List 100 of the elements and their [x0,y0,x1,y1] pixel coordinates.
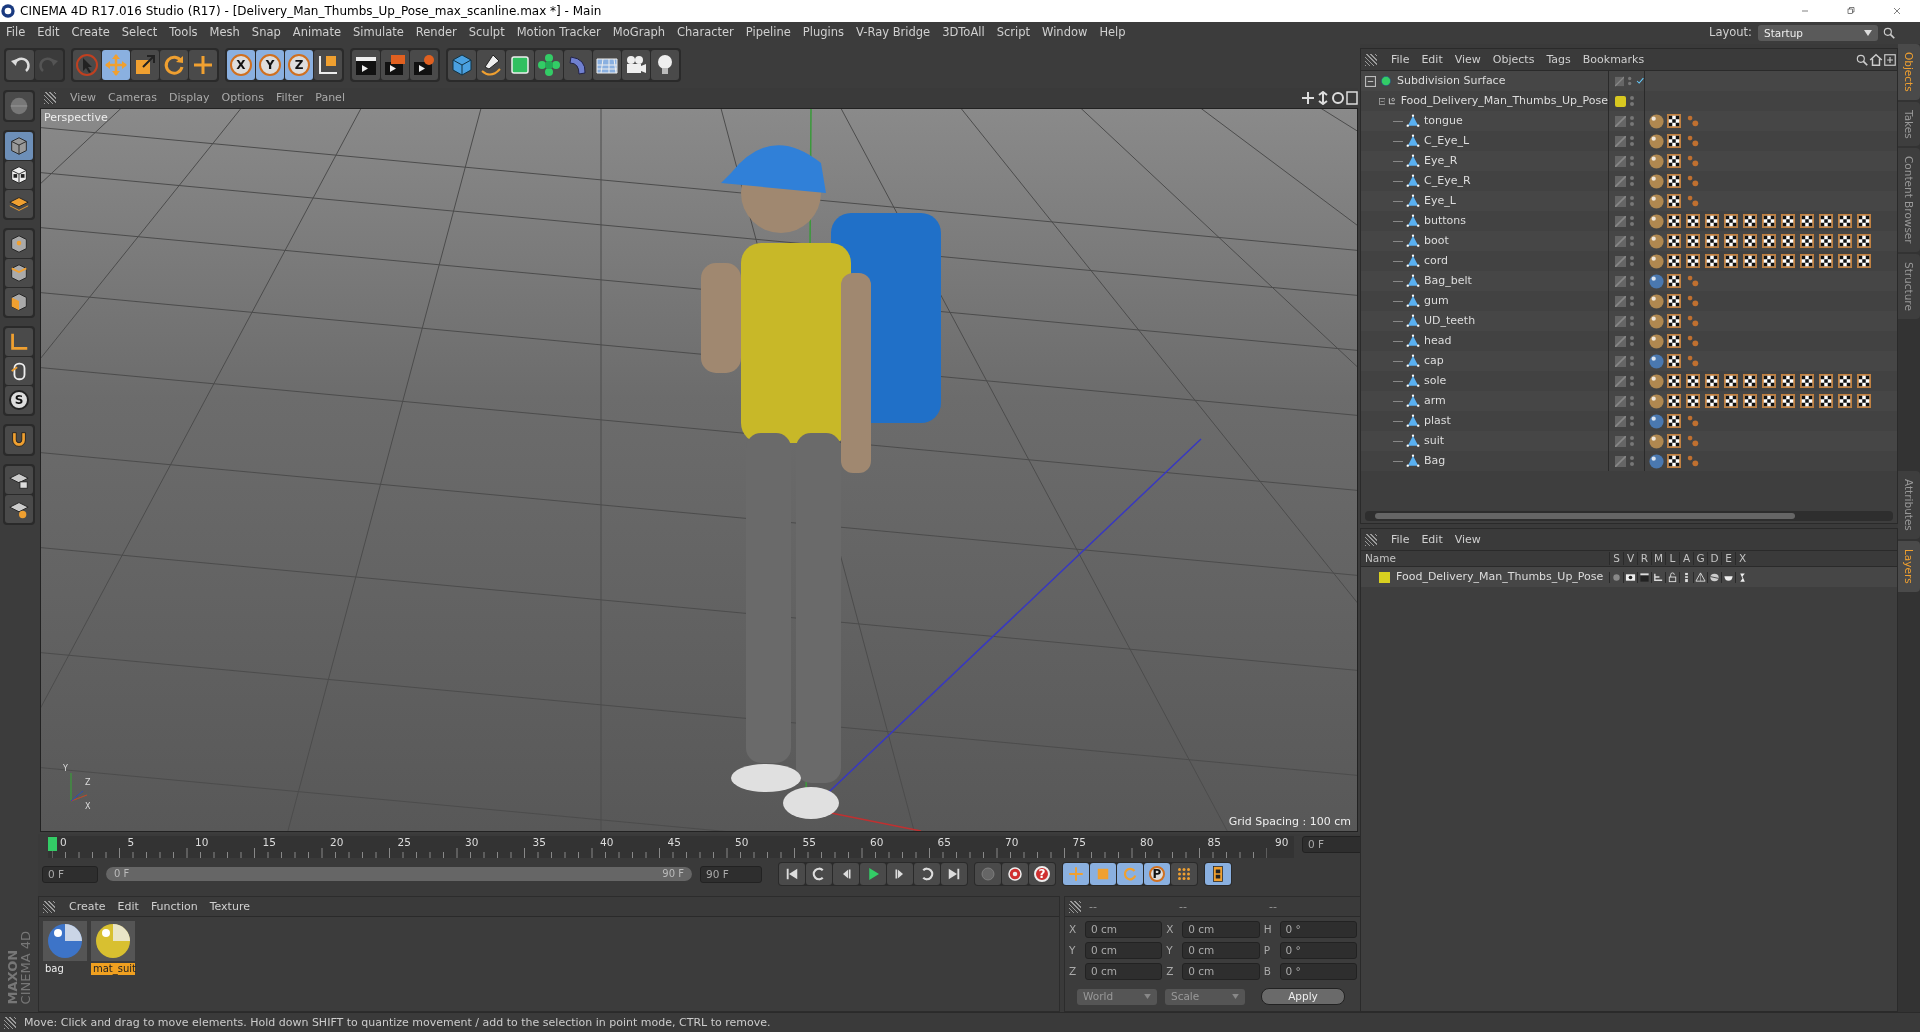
collapse-icon[interactable] [1379,95,1386,107]
phong-tag-icon[interactable] [1686,334,1700,348]
checker-tag-icon[interactable] [1800,374,1814,388]
checker-tag-icon[interactable] [1781,394,1795,408]
checker-tag-icon[interactable] [1762,234,1776,248]
checker-tag-icon[interactable] [1838,254,1852,268]
checker-tag-icon[interactable] [1667,154,1681,168]
points-mode-button[interactable] [5,230,33,258]
menu-item[interactable]: Window [1036,26,1094,40]
checker-tag-icon[interactable] [1724,394,1738,408]
checker-tag-icon[interactable] [1819,234,1833,248]
object-menu-item[interactable]: View [1448,52,1487,67]
menu-item[interactable]: Sculpt [462,26,511,40]
menu-item[interactable]: MoGraph [606,26,672,40]
hourglass-icon[interactable] [1737,571,1748,583]
visibility-dots-icon[interactable] [1630,195,1634,207]
menu-item[interactable]: Render [409,26,463,40]
checker-tag-icon[interactable] [1686,374,1700,388]
checker-tag-icon[interactable] [1857,254,1871,268]
menu-item[interactable]: Character [671,26,740,40]
checker-tag-icon[interactable] [1705,254,1719,268]
undo-button[interactable] [6,50,34,80]
object-row[interactable]: Eye_L [1361,191,1897,211]
menu-item[interactable]: 3DToAll [936,26,991,40]
material-menu-item[interactable]: Function [144,899,204,914]
render-settings-button[interactable] [410,50,438,80]
checker-tag-icon[interactable] [1667,294,1681,308]
previous-frame-button[interactable] [833,863,859,885]
object-row[interactable]: plast [1361,411,1897,431]
clapperboard-icon[interactable] [1639,571,1650,583]
material-tag-icon[interactable] [1648,252,1665,270]
checker-tag-icon[interactable] [1667,194,1681,208]
checker-tag-icon[interactable] [1705,214,1719,228]
phong-tag-icon[interactable] [1686,414,1700,428]
solo-button[interactable]: S [5,386,33,414]
lock-workplane-button[interactable] [5,466,33,494]
phong-tag-icon[interactable] [1686,194,1700,208]
layer-row[interactable]: Food_Delivery_Man_Thumbs_Up_Pose [1361,567,1897,587]
object-row[interactable]: cap [1361,351,1897,371]
object-menu-item[interactable]: Bookmarks [1576,52,1651,67]
checker-tag-icon[interactable] [1667,334,1681,348]
checker-tag-icon[interactable] [1781,234,1795,248]
checker-tag-icon[interactable] [1762,214,1776,228]
menu-item[interactable]: Motion Tracker [510,26,607,40]
checker-tag-icon[interactable] [1800,394,1814,408]
checker-tag-icon[interactable] [1857,214,1871,228]
object-menu-item[interactable]: Objects [1486,52,1541,67]
checker-tag-icon[interactable] [1819,254,1833,268]
material-tag-icon[interactable] [1648,452,1665,470]
checker-tag-icon[interactable] [1705,374,1719,388]
visibility-dots-icon[interactable] [1630,215,1634,227]
deformer-button[interactable] [564,50,592,80]
viewport-menu-item[interactable]: Filter [270,91,310,105]
floor-button[interactable] [593,50,621,80]
axis-lock-button[interactable]: Y [256,50,284,80]
visibility-dots-icon[interactable] [1630,95,1634,107]
key-parameter-button[interactable]: P [1144,863,1170,885]
tweak-mode-button[interactable] [5,357,33,385]
checker-tag-icon[interactable] [1667,374,1681,388]
checker-tag-icon[interactable] [1800,234,1814,248]
object-row[interactable]: head [1361,331,1897,351]
check-icon[interactable] [1635,76,1644,86]
object-row[interactable]: buttons [1361,211,1897,231]
menu-item[interactable]: Create [65,26,116,40]
previous-key-button[interactable] [806,863,832,885]
position-field[interactable]: 0 cm [1084,942,1163,959]
phong-tag-icon[interactable] [1686,134,1700,148]
checker-tag-icon[interactable] [1743,254,1757,268]
checker-tag-icon[interactable] [1667,214,1681,228]
checker-tag-icon[interactable] [1705,394,1719,408]
menu-item[interactable]: Animate [286,26,347,40]
checker-tag-icon[interactable] [1781,214,1795,228]
checker-tag-icon[interactable] [1857,394,1871,408]
material-tag-icon[interactable] [1648,412,1665,430]
object-row[interactable]: suit [1361,431,1897,451]
next-frame-button[interactable] [887,863,913,885]
transform-tool-button[interactable] [189,50,217,80]
pyramid-icon[interactable] [1695,571,1706,583]
menu-item[interactable]: Help [1093,26,1132,40]
checker-tag-icon[interactable] [1743,234,1757,248]
visibility-dots-icon[interactable] [1630,415,1634,427]
go-to-start-button[interactable] [779,863,805,885]
object-menu-item[interactable]: File [1385,52,1416,67]
layer-menu-item[interactable]: File [1385,532,1416,547]
checker-tag-icon[interactable] [1819,394,1833,408]
side-tab[interactable]: Structure [1898,254,1920,319]
checker-tag-icon[interactable] [1800,254,1814,268]
size-field[interactable]: 0 cm [1182,963,1260,980]
menu-item[interactable]: Plugins [796,26,851,40]
checker-tag-icon[interactable] [1667,254,1681,268]
make-editable-button[interactable] [5,92,33,120]
scale-tool-button[interactable] [131,50,159,80]
padlock-icon[interactable] [1667,571,1678,583]
phong-tag-icon[interactable] [1686,454,1700,468]
help-button[interactable]: ? [1029,863,1055,885]
go-to-end-button[interactable] [941,863,967,885]
key-point-level-button[interactable] [1171,863,1197,885]
visibility-dots-icon[interactable] [1630,235,1634,247]
viewport-menu-item[interactable]: Options [215,91,270,105]
workplane-mode-button[interactable] [5,190,33,218]
